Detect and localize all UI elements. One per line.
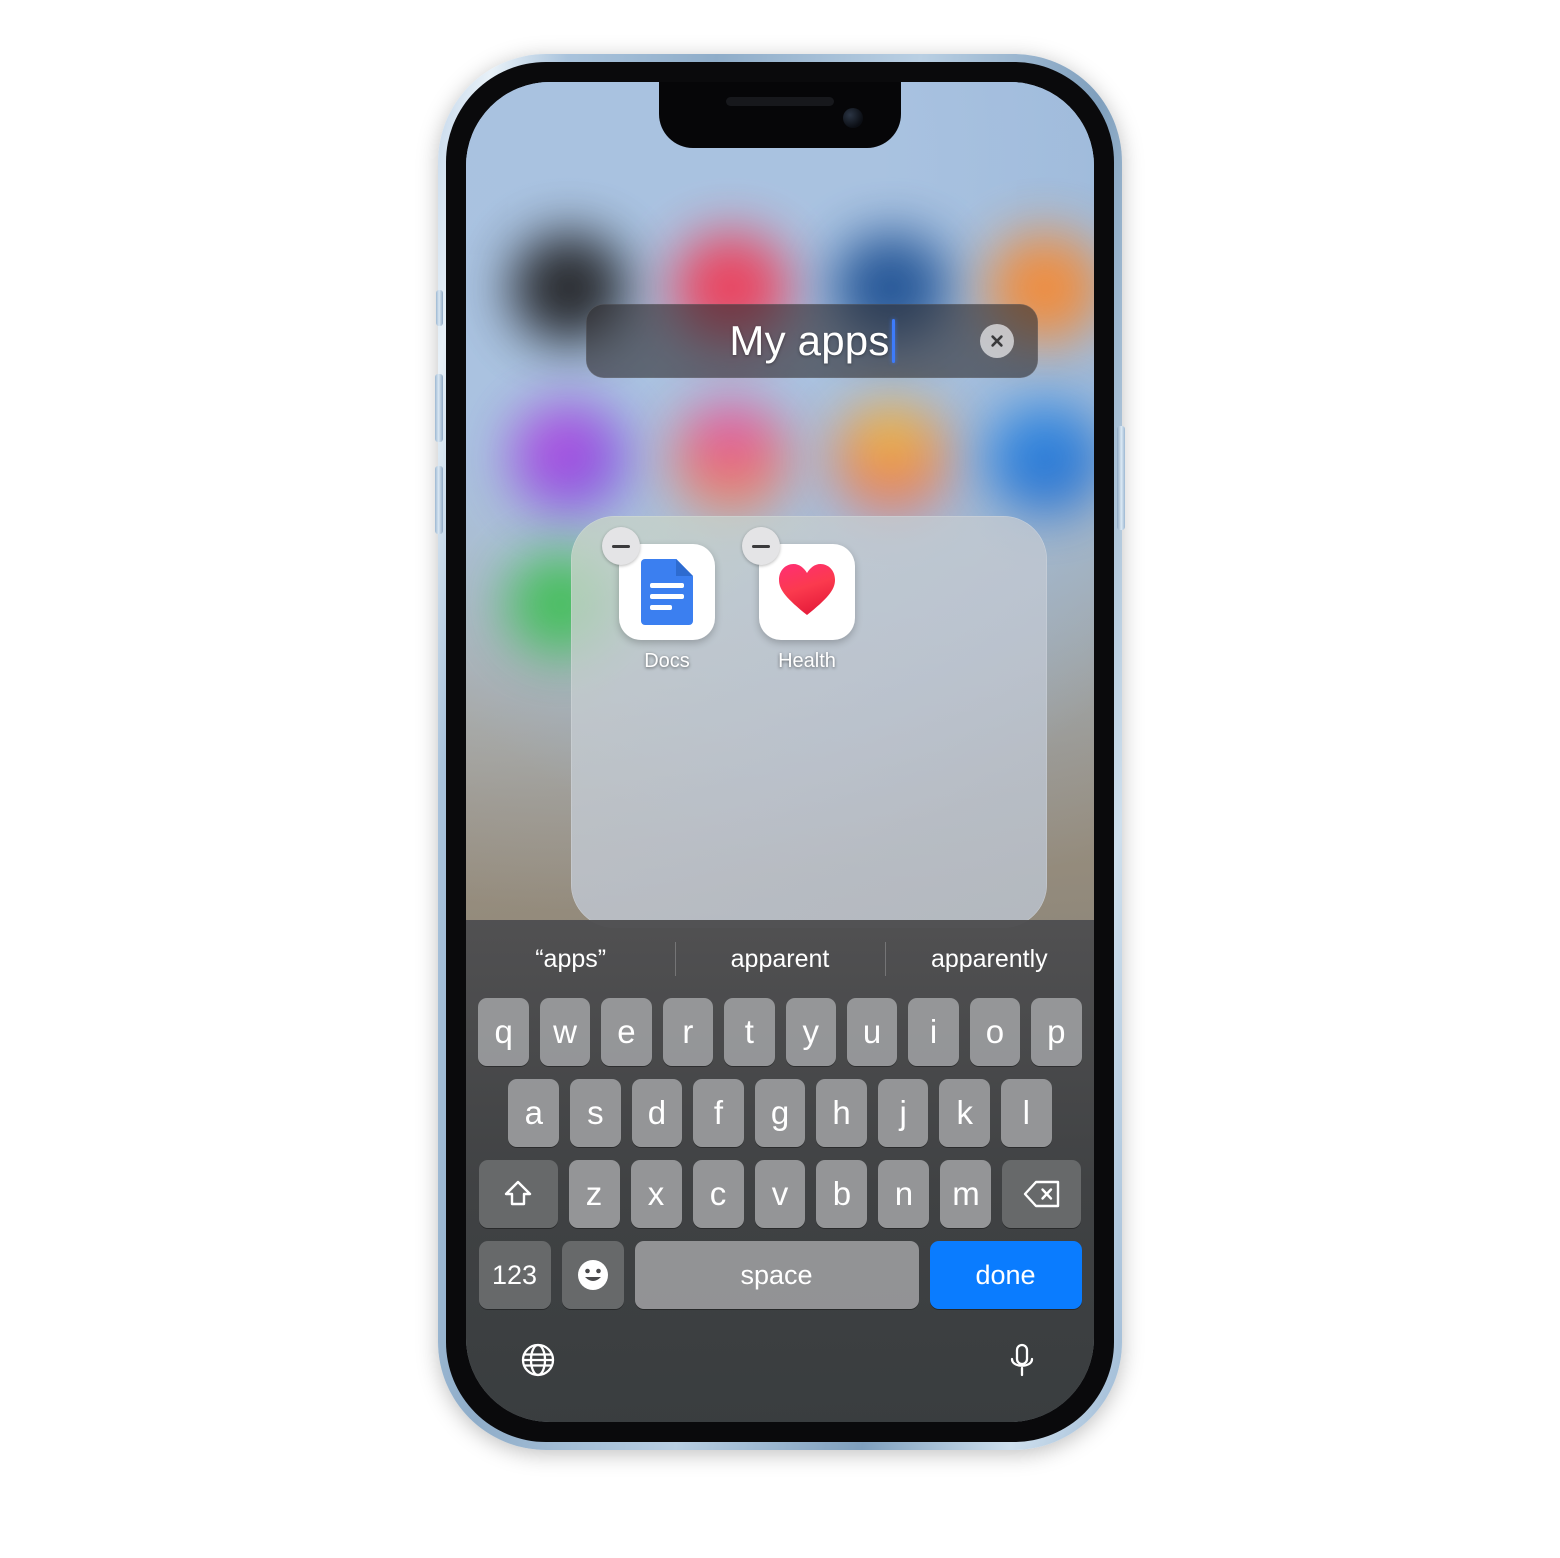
software-keyboard: “apps” apparent apparently q w e r t y u… bbox=[466, 920, 1094, 1422]
app-icon-docs[interactable]: Docs bbox=[602, 527, 731, 673]
app-label-health: Health bbox=[778, 650, 836, 672]
blurred-app-icon bbox=[986, 402, 1094, 514]
device-screen: My apps Docs Health “apps” apparent appa… bbox=[466, 82, 1094, 1422]
globe-icon[interactable] bbox=[516, 1338, 560, 1382]
key-u[interactable]: u bbox=[846, 998, 898, 1066]
key-q[interactable]: q bbox=[478, 998, 529, 1066]
key-i[interactable]: i bbox=[908, 998, 959, 1066]
key-p[interactable]: p bbox=[1031, 998, 1082, 1066]
device-bezel: My apps Docs Health “apps” apparent appa… bbox=[446, 62, 1114, 1442]
numbers-key[interactable]: 123 bbox=[478, 1241, 551, 1309]
shift-key[interactable] bbox=[478, 1160, 558, 1228]
front-camera bbox=[843, 108, 863, 128]
key-g[interactable]: g bbox=[754, 1079, 806, 1147]
key-w[interactable]: w bbox=[539, 998, 591, 1066]
key-z[interactable]: z bbox=[568, 1160, 620, 1228]
blurred-app-icon bbox=[510, 402, 628, 514]
key-c[interactable]: c bbox=[692, 1160, 744, 1228]
key-y[interactable]: y bbox=[785, 998, 836, 1066]
key-s[interactable]: s bbox=[570, 1079, 621, 1147]
prediction-divider bbox=[675, 942, 677, 976]
power-button[interactable] bbox=[1117, 426, 1125, 530]
folder-name-value: My apps bbox=[729, 317, 890, 364]
prediction-divider bbox=[884, 942, 886, 976]
key-m[interactable]: m bbox=[940, 1160, 992, 1228]
microphone-icon[interactable] bbox=[1000, 1338, 1044, 1382]
keyboard-row-3: z x c v b n m bbox=[466, 1160, 1094, 1228]
text-caret bbox=[891, 319, 895, 363]
google-docs-icon bbox=[641, 559, 693, 625]
remove-minus-badge[interactable] bbox=[742, 527, 780, 565]
blurred-app-icon bbox=[832, 402, 950, 514]
folder-name-value-wrap: My apps bbox=[729, 317, 895, 365]
key-x[interactable]: x bbox=[630, 1160, 682, 1228]
apple-health-heart-icon bbox=[778, 563, 836, 617]
space-key[interactable]: space bbox=[634, 1241, 919, 1309]
prediction-candidate-1[interactable]: “apps” bbox=[466, 945, 675, 974]
folder-name-input[interactable]: My apps bbox=[586, 304, 1038, 378]
key-t[interactable]: t bbox=[724, 998, 775, 1066]
device-notch bbox=[659, 82, 901, 148]
smiley-face-icon bbox=[577, 1260, 608, 1290]
key-e[interactable]: e bbox=[601, 998, 652, 1066]
key-l[interactable]: l bbox=[1000, 1079, 1052, 1147]
close-circle-icon[interactable] bbox=[980, 324, 1014, 358]
earpiece-speaker bbox=[726, 97, 834, 106]
key-o[interactable]: o bbox=[969, 998, 1021, 1066]
remove-minus-badge[interactable] bbox=[602, 527, 640, 565]
mute-switch[interactable] bbox=[436, 290, 443, 326]
key-a[interactable]: a bbox=[508, 1079, 560, 1147]
blurred-app-icon bbox=[672, 402, 790, 514]
backspace-key[interactable] bbox=[1002, 1160, 1082, 1228]
key-b[interactable]: b bbox=[816, 1160, 868, 1228]
prediction-candidate-3[interactable]: apparently bbox=[885, 945, 1094, 974]
keyboard-row-1: q w e r t y u i o p bbox=[466, 998, 1094, 1066]
prediction-candidate-2[interactable]: apparent bbox=[675, 945, 884, 974]
key-n[interactable]: n bbox=[878, 1160, 930, 1228]
key-d[interactable]: d bbox=[631, 1079, 683, 1147]
predictive-text-bar: “apps” apparent apparently bbox=[466, 920, 1094, 998]
keyboard-row-2: a s d f g h j k l bbox=[466, 1079, 1094, 1147]
emoji-key[interactable] bbox=[561, 1241, 624, 1309]
app-icon-health[interactable]: Health bbox=[742, 527, 871, 673]
key-r[interactable]: r bbox=[662, 998, 714, 1066]
volume-up-button[interactable] bbox=[435, 374, 443, 442]
folder-panel: Docs Health bbox=[571, 516, 1047, 928]
app-tile-docs[interactable] bbox=[602, 527, 715, 640]
key-h[interactable]: h bbox=[816, 1079, 867, 1147]
app-tile-health[interactable] bbox=[742, 527, 855, 640]
keyboard-row-4: 123 space done bbox=[466, 1241, 1094, 1309]
keyboard-bottom-bar bbox=[466, 1309, 1094, 1411]
iphone-device: My apps Docs Health “apps” apparent appa… bbox=[435, 54, 1125, 1450]
app-label-docs: Docs bbox=[644, 650, 690, 672]
volume-down-button[interactable] bbox=[435, 466, 443, 534]
key-j[interactable]: j bbox=[877, 1079, 929, 1147]
key-f[interactable]: f bbox=[693, 1079, 744, 1147]
shift-arrow-icon bbox=[504, 1180, 532, 1206]
backspace-icon bbox=[1023, 1180, 1060, 1208]
key-k[interactable]: k bbox=[939, 1079, 990, 1147]
done-key[interactable]: done bbox=[929, 1241, 1082, 1309]
key-v[interactable]: v bbox=[754, 1160, 806, 1228]
